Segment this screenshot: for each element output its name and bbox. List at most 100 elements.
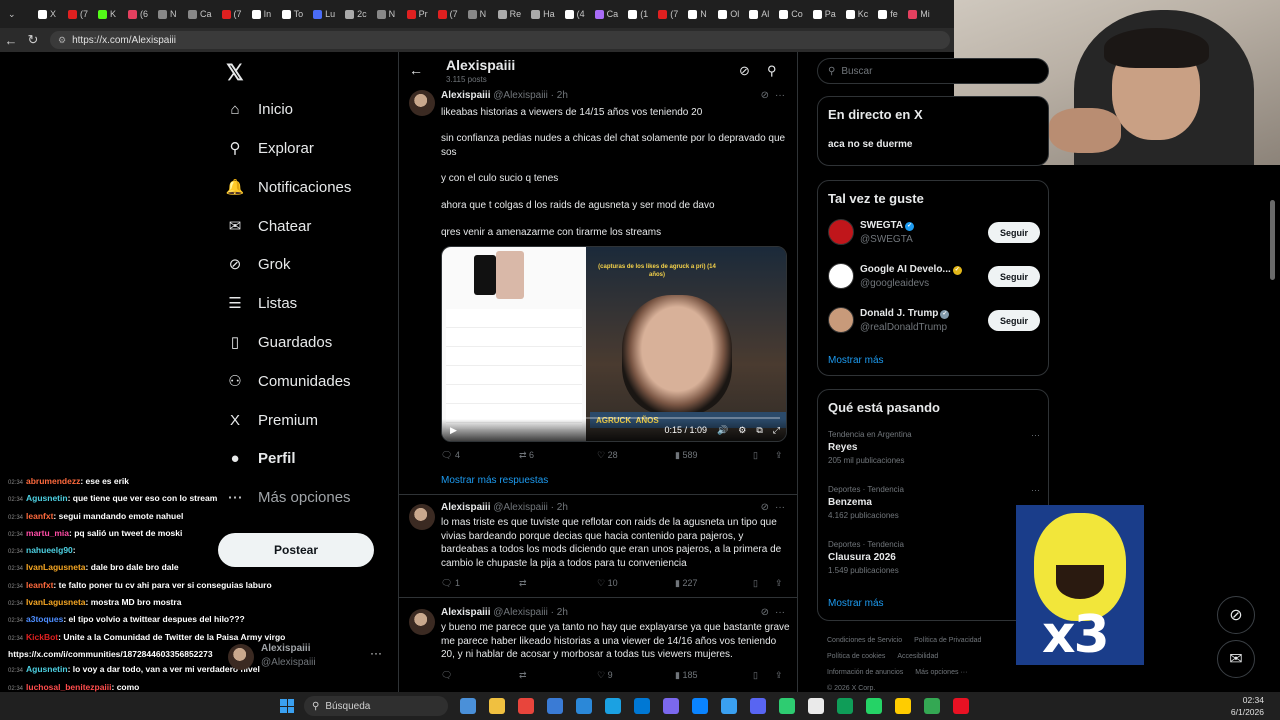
footer-link[interactable]: Accesibilidad	[897, 653, 938, 660]
chat-username[interactable]: Agusnetin	[26, 664, 68, 674]
chat-username[interactable]: nahueelg90	[26, 545, 73, 555]
trend-item[interactable]: Deportes · Tendencia Clausura 2026 1.549 p…	[828, 540, 1040, 575]
show-more-replies-link[interactable]: Mostrar más respuestas	[441, 475, 548, 486]
browser-tab[interactable]: Co	[775, 3, 807, 25]
browser-tab[interactable]: N	[373, 3, 401, 25]
grok-icon[interactable]: ⊘	[761, 90, 769, 101]
browser-tab[interactable]: Lu	[309, 3, 339, 25]
chat-username[interactable]: luchosal_benitezpaiii	[26, 682, 112, 692]
nav-item-guardados[interactable]: ▯ Guardados	[226, 333, 332, 352]
footer-link[interactable]: Política de Privacidad	[914, 637, 981, 644]
chat-username[interactable]: IvanLagusneta	[26, 562, 86, 572]
chat-username[interactable]: abrumendezz	[26, 476, 80, 486]
reply-button[interactable]: 🗨	[441, 670, 452, 681]
footer-link[interactable]: Condiciones de Servicio	[827, 637, 902, 644]
more-icon[interactable]: ···	[1031, 430, 1040, 440]
views-button[interactable]: ▮ 227	[675, 578, 697, 589]
repost-button[interactable]: ⇄	[519, 670, 527, 681]
nav-item-notificaciones[interactable]: 🔔 Notificaciones	[226, 178, 352, 197]
nav-item-premium[interactable]: X Premium	[226, 411, 318, 429]
trend-item[interactable]: Deportes · Tendencia Benzema 4.162 publica…	[828, 485, 1040, 520]
views-button[interactable]: ▮ 589	[675, 450, 697, 461]
chat-username[interactable]: martu_mia	[26, 528, 69, 538]
taskbar-app-icon[interactable]	[634, 698, 650, 714]
more-icon[interactable]: ···	[775, 90, 785, 101]
suggested-name[interactable]: Donald J. Trump ✓	[860, 308, 950, 319]
browser-tab[interactable]: Pa	[809, 3, 840, 25]
nav-item-chatear[interactable]: ✉ Chatear	[226, 217, 312, 236]
like-button[interactable]: ♡ 10	[597, 578, 618, 589]
taskbar-app-icon[interactable]	[721, 698, 737, 714]
avatar[interactable]	[409, 90, 435, 116]
browser-tab[interactable]: (7	[218, 3, 246, 25]
browser-tab[interactable]: Pr	[403, 3, 432, 25]
post-button[interactable]: Postear	[218, 533, 374, 567]
tweet[interactable]: Alexispaiii @Alexispaiii · 2h ⊘ ··· lo m…	[399, 502, 797, 602]
like-button[interactable]: ♡ 28	[597, 450, 618, 461]
more-icon[interactable]: ···	[1031, 485, 1040, 495]
footer-link[interactable]: Más opciones ···	[915, 669, 967, 676]
more-icon[interactable]: ···	[775, 502, 785, 513]
browser-tab[interactable]: (7	[654, 3, 682, 25]
taskbar-app-icon[interactable]	[692, 698, 708, 714]
avatar[interactable]	[828, 263, 854, 289]
more-icon[interactable]: ···	[775, 607, 785, 618]
browser-tab[interactable]: Ca	[591, 3, 623, 25]
search-input[interactable]: ⚲ Buscar	[817, 58, 1049, 84]
nav-item-listas[interactable]: ☰ Listas	[226, 294, 297, 313]
trends-show-more-link[interactable]: Mostrar más	[828, 598, 884, 609]
nav-item-explorar[interactable]: ⚲ Explorar	[226, 139, 314, 158]
suggested-account[interactable]: Donald J. Trump ✓ @realDonaldTrump Seguir	[828, 307, 1040, 337]
nav-item-inicio[interactable]: ⌂ Inicio	[226, 100, 293, 118]
taskbar-app-icon[interactable]	[808, 698, 824, 714]
tweet-author[interactable]: Alexispaiii	[441, 90, 490, 101]
account-switcher[interactable]: Alexispaiii @Alexispaiii ···	[228, 640, 388, 674]
taskbar-app-icon[interactable]	[779, 698, 795, 714]
trend-item[interactable]: Tendencia en Argentina Reyes 205 mil publi…	[828, 430, 1040, 465]
suggest-show-more-link[interactable]: Mostrar más	[828, 355, 884, 366]
browser-tab[interactable]: K	[94, 3, 122, 25]
repost-button[interactable]: ⇄ 6	[519, 450, 534, 461]
suggested-account[interactable]: SWEGTA ✓ @SWEGTA Seguir	[828, 219, 1040, 249]
taskbar-app-icon[interactable]	[953, 698, 969, 714]
play-icon[interactable]: ▶	[450, 425, 457, 436]
grok-icon[interactable]: ⊘	[761, 607, 769, 618]
back-arrow-icon[interactable]: ←	[409, 62, 423, 78]
bookmark-icon[interactable]: ▯	[753, 578, 758, 589]
taskbar-app-icon[interactable]	[866, 698, 882, 714]
grok-fab[interactable]: ⊘	[1217, 596, 1255, 634]
avatar[interactable]	[828, 307, 854, 333]
browser-tab[interactable]: Mi	[904, 3, 934, 25]
pip-icon[interactable]: ⧉	[756, 425, 762, 436]
chat-username[interactable]: leanfxt	[26, 580, 53, 590]
chat-username[interactable]: IvanLagusneta	[26, 597, 86, 607]
browser-tab[interactable]: fe	[874, 3, 902, 25]
grok-icon[interactable]: ⊘	[739, 63, 750, 79]
browser-tab[interactable]: Kc	[842, 3, 873, 25]
chat-username[interactable]: leanfxt	[26, 511, 53, 521]
browser-tab[interactable]: 2c	[341, 3, 371, 25]
share-icon[interactable]: ⇪	[775, 450, 783, 461]
taskbar-app-icon[interactable]	[837, 698, 853, 714]
repost-button[interactable]: ⇄	[519, 578, 527, 589]
browser-tab[interactable]: (6	[124, 3, 152, 25]
footer-link[interactable]: Información de anuncios	[827, 669, 903, 676]
messages-fab[interactable]: ✉	[1217, 640, 1255, 678]
chat-username[interactable]: a3toques	[26, 614, 63, 624]
browser-tab[interactable]: Al	[745, 3, 773, 25]
avatar[interactable]	[828, 219, 854, 245]
bookmark-icon[interactable]: ▯	[753, 670, 758, 681]
site-info-icon[interactable]: ⚙	[58, 35, 66, 46]
follow-button[interactable]: Seguir	[988, 222, 1040, 243]
browser-tab[interactable]: X	[34, 3, 62, 25]
browser-tab[interactable]: Ca	[184, 3, 216, 25]
taskbar-app-icon[interactable]	[605, 698, 621, 714]
grok-icon[interactable]: ⊘	[761, 502, 769, 513]
taskbar-app-icon[interactable]	[750, 698, 766, 714]
browser-tab[interactable]: Ol	[714, 3, 743, 25]
taskbar-app-icon[interactable]	[518, 698, 534, 714]
reply-button[interactable]: 🗨 1	[441, 578, 460, 589]
search-icon[interactable]: ⚲	[767, 63, 777, 79]
taskbar-app-icon[interactable]	[489, 698, 505, 714]
volume-icon[interactable]: 🔊	[717, 425, 728, 436]
